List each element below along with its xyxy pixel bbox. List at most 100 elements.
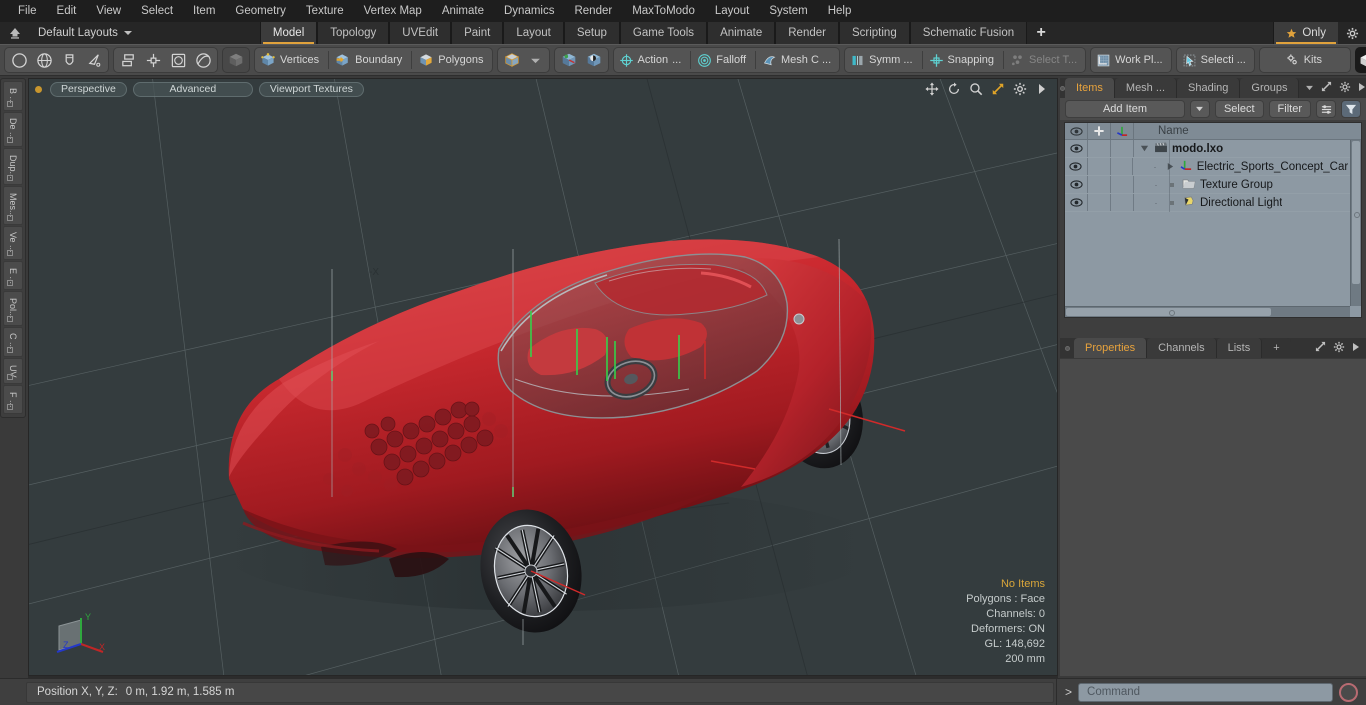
home-icon[interactable] bbox=[0, 22, 30, 44]
tab-channels[interactable]: Channels bbox=[1147, 338, 1217, 358]
modo-logo-icon[interactable] bbox=[1354, 47, 1366, 73]
visibility-toggle[interactable] bbox=[1065, 194, 1088, 211]
kits-button[interactable]: Kits bbox=[1262, 48, 1348, 72]
menu-vertex-map[interactable]: Vertex Map bbox=[354, 0, 432, 22]
list-item[interactable]: · Directional Light bbox=[1065, 194, 1361, 212]
menu-item[interactable]: Item bbox=[183, 0, 225, 22]
tab-topology[interactable]: Topology bbox=[317, 22, 390, 44]
menu-view[interactable]: View bbox=[86, 0, 131, 22]
falloff-button[interactable]: Falloff bbox=[694, 48, 752, 72]
wire-cube-icon[interactable] bbox=[582, 48, 606, 72]
lock-cell[interactable] bbox=[1088, 176, 1111, 193]
transform-cell[interactable] bbox=[1111, 176, 1134, 193]
menu-select[interactable]: Select bbox=[131, 0, 183, 22]
items-vertical-scroll-thumb[interactable] bbox=[1352, 141, 1360, 284]
shaded-cube-icon[interactable] bbox=[557, 48, 581, 72]
menu-geometry[interactable]: Geometry bbox=[225, 0, 296, 22]
tab-uvedit[interactable]: UVEdit bbox=[389, 22, 452, 44]
tab-mesh-ops[interactable]: Mesh ... bbox=[1114, 78, 1178, 98]
tab-paint[interactable]: Paint bbox=[451, 22, 504, 44]
viewport-settings-gear-icon[interactable] bbox=[1013, 82, 1027, 96]
add-item-button[interactable]: Add Item bbox=[1065, 100, 1185, 118]
gear-icon[interactable] bbox=[1333, 341, 1345, 356]
tab-render[interactable]: Render bbox=[775, 22, 839, 44]
menu-file[interactable]: File bbox=[8, 0, 47, 22]
tab-lists[interactable]: Lists bbox=[1216, 338, 1263, 358]
circle-icon[interactable] bbox=[7, 48, 31, 72]
tab-scripting[interactable]: Scripting bbox=[838, 22, 910, 44]
cone-icon[interactable] bbox=[82, 48, 106, 72]
left-tab-fusion[interactable]: F ... bbox=[3, 384, 23, 415]
left-tab-basic[interactable]: B ... bbox=[3, 81, 23, 111]
transform-cell[interactable] bbox=[1111, 194, 1134, 211]
list-item[interactable]: modo.lxo bbox=[1065, 140, 1361, 158]
tab-items[interactable]: Items bbox=[1065, 78, 1115, 98]
funnel-icon[interactable] bbox=[1341, 100, 1361, 118]
menu-layout[interactable]: Layout bbox=[705, 0, 760, 22]
scene-row[interactable]: modo.lxo bbox=[1134, 142, 1223, 156]
tab-animate[interactable]: Animate bbox=[707, 22, 776, 44]
viewport-projection-menu[interactable]: Perspective bbox=[50, 81, 127, 97]
list-options-icon[interactable] bbox=[1316, 100, 1336, 118]
items-tree-list[interactable]: Name modo.lxo · Electric_Sports_Concept_… bbox=[1064, 122, 1362, 318]
menu-system[interactable]: System bbox=[759, 0, 817, 22]
symmetry-button[interactable]: Symm ... bbox=[847, 48, 918, 72]
mode-vertices-button[interactable]: Vertices bbox=[257, 48, 325, 72]
tab-properties[interactable]: Properties bbox=[1074, 338, 1148, 358]
items-vertical-scrollbar[interactable] bbox=[1350, 140, 1361, 306]
play-arrow-icon[interactable] bbox=[1352, 342, 1360, 355]
lock-cell[interactable] bbox=[1088, 158, 1111, 175]
pan-icon[interactable] bbox=[925, 82, 939, 96]
action-center-button[interactable]: Action ... bbox=[616, 48, 688, 72]
menu-texture[interactable]: Texture bbox=[296, 0, 354, 22]
mesh-row[interactable]: · Electric_Sports_Concept_Car ... bbox=[1133, 159, 1361, 174]
twirl-closed-icon[interactable] bbox=[1165, 162, 1176, 171]
command-input[interactable]: Command bbox=[1078, 682, 1333, 702]
menu-animate[interactable]: Animate bbox=[432, 0, 494, 22]
rotate-icon[interactable] bbox=[947, 82, 961, 96]
tab-model[interactable]: Model bbox=[259, 22, 318, 44]
orb-icon[interactable] bbox=[191, 48, 215, 72]
add-layout-tab-button[interactable]: + bbox=[1027, 22, 1055, 44]
select-through-button[interactable]: Select T... bbox=[1007, 48, 1083, 72]
chevron-down-icon[interactable] bbox=[1305, 82, 1314, 94]
add-item-dropdown-button[interactable] bbox=[1189, 100, 1210, 118]
menu-edit[interactable]: Edit bbox=[47, 0, 87, 22]
items-horizontal-scroll-thumb[interactable] bbox=[1066, 308, 1272, 316]
tab-setup[interactable]: Setup bbox=[563, 22, 620, 44]
lock-cell[interactable] bbox=[1088, 194, 1111, 211]
zoom-icon[interactable] bbox=[969, 82, 983, 96]
tab-shading[interactable]: Shading bbox=[1177, 78, 1241, 98]
only-toggle-button[interactable]: Only bbox=[1273, 22, 1338, 44]
record-icon[interactable] bbox=[1339, 682, 1358, 702]
viewport-textures-menu[interactable]: Viewport Textures bbox=[258, 81, 364, 97]
play-arrow-icon[interactable] bbox=[1358, 82, 1366, 95]
lock-cell[interactable] bbox=[1088, 140, 1111, 157]
3d-viewport[interactable]: -X Perspective Advanced Viewport Texture… bbox=[28, 78, 1058, 676]
left-tab-polygon[interactable]: Pol... bbox=[3, 291, 23, 326]
texture-group-row[interactable]: · Texture Group bbox=[1134, 178, 1273, 192]
globe-icon[interactable] bbox=[32, 48, 56, 72]
left-tab-curve[interactable]: C ... bbox=[3, 326, 23, 357]
orange-cube-icon[interactable] bbox=[500, 48, 524, 72]
select-button[interactable]: Select bbox=[1214, 100, 1264, 118]
list-item[interactable]: · Texture Group bbox=[1065, 176, 1361, 194]
left-tab-vertex[interactable]: Ve ... bbox=[3, 225, 23, 260]
twirl-open-icon[interactable] bbox=[1138, 144, 1150, 153]
list-item[interactable]: · Electric_Sports_Concept_Car ... bbox=[1065, 158, 1361, 176]
tab-layout[interactable]: Layout bbox=[503, 22, 564, 44]
menu-maxtomodo[interactable]: MaxToModo bbox=[622, 0, 705, 22]
gear-icon[interactable] bbox=[1339, 81, 1351, 96]
chevron-down-icon[interactable] bbox=[525, 48, 547, 72]
expand-arrow-icon[interactable] bbox=[1315, 341, 1326, 355]
viewport-shading-menu[interactable]: Advanced bbox=[132, 81, 253, 97]
mesh-constraint-button[interactable]: Mesh C ... bbox=[759, 48, 837, 72]
work-plane-button[interactable]: Work Pl... bbox=[1093, 48, 1168, 72]
mode-boundary-button[interactable]: Boundary bbox=[332, 48, 408, 72]
snapping-button[interactable]: Snapping bbox=[926, 48, 1001, 72]
layout-settings-gear-icon[interactable] bbox=[1338, 22, 1366, 44]
tab-game-tools[interactable]: Game Tools bbox=[619, 22, 708, 44]
visibility-toggle[interactable] bbox=[1065, 140, 1088, 157]
rounded-square-icon[interactable] bbox=[166, 48, 190, 72]
menu-render[interactable]: Render bbox=[564, 0, 622, 22]
